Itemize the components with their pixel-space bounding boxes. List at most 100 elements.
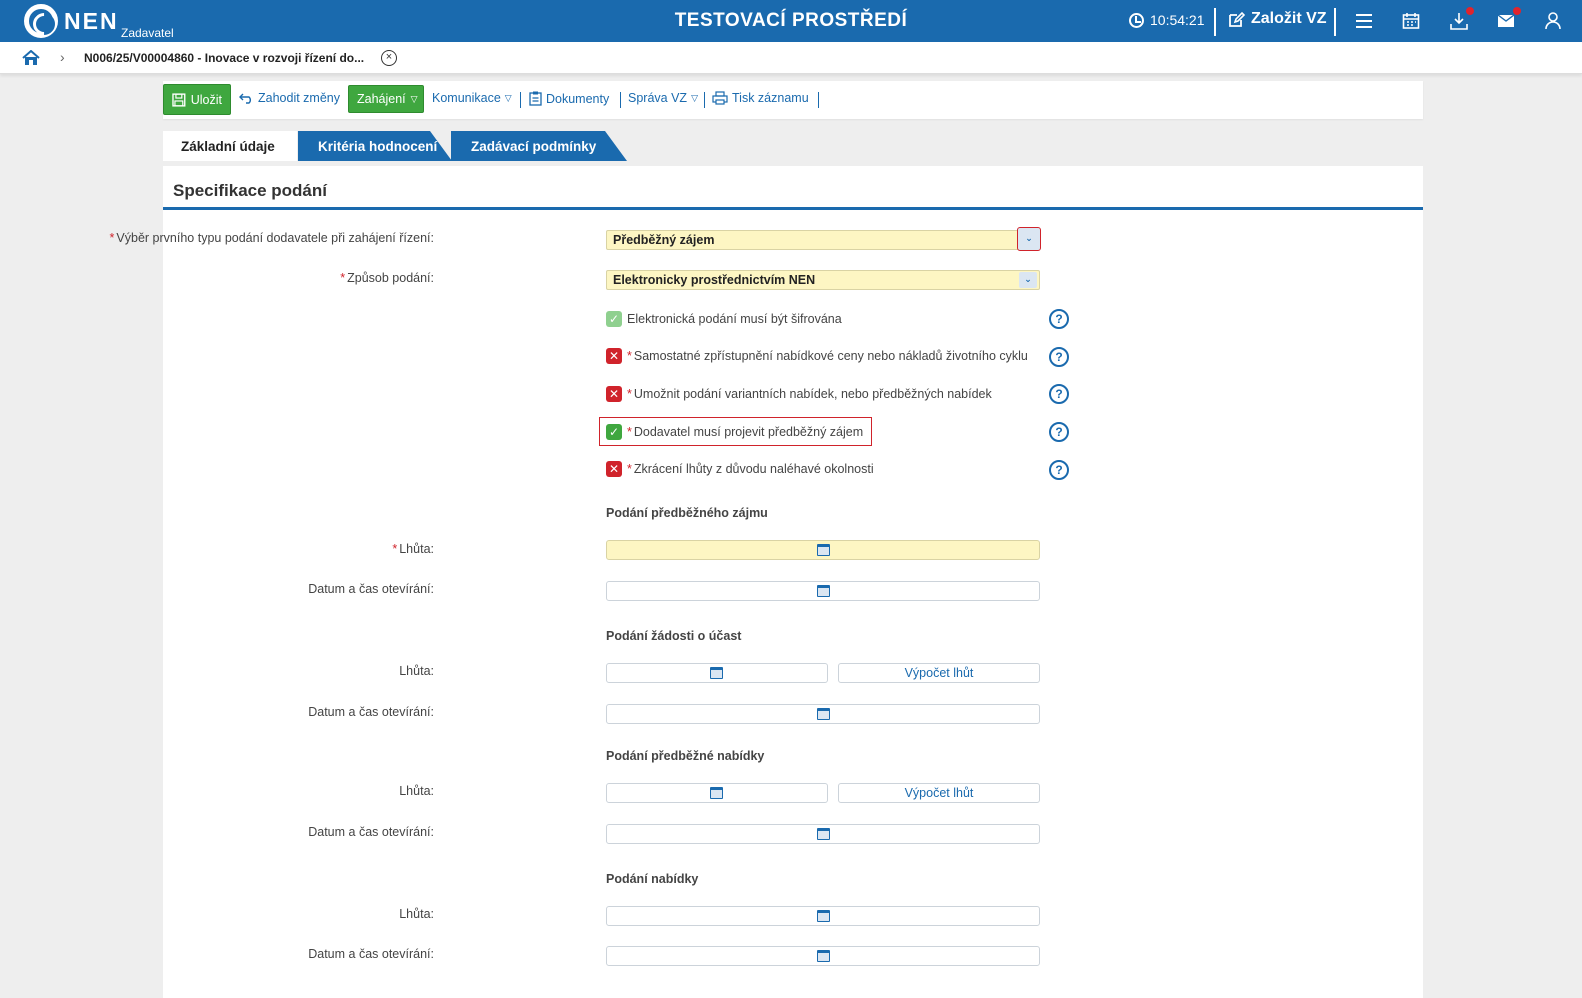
new-vz-button[interactable]: Založit VZ — [1228, 10, 1327, 28]
check-label: Elektronická podání musí být šifrována — [627, 312, 842, 326]
deadline-label: Lhůta: — [399, 664, 434, 678]
calendar-icon[interactable] — [817, 544, 830, 556]
save-button[interactable]: Uložit — [163, 84, 231, 115]
check-label: Dodavatel musí projevit předběžný zájem — [633, 425, 864, 439]
clock-icon — [1129, 12, 1144, 28]
opening-label: Datum a čas otevírání: — [308, 947, 434, 961]
help-icon[interactable]: ? — [1049, 347, 1069, 367]
undo-icon — [239, 93, 251, 104]
check-separate-price: ✕ * Samostatné zpřístupnění nabídkové ce… — [606, 346, 1028, 366]
submission-method-select[interactable]: Elektronicky prostřednictvím NEN ⌄ — [606, 270, 1040, 290]
notification-dot — [1466, 7, 1474, 15]
panel-title: Specifikace podání — [173, 181, 327, 200]
brand-subtitle: Zadavatel — [121, 26, 174, 40]
divider — [620, 92, 621, 108]
cross-icon[interactable]: ✕ — [606, 461, 622, 477]
calendar-icon[interactable] — [817, 585, 830, 597]
calendar-icon[interactable] — [817, 950, 830, 962]
first-submission-type-select[interactable]: Předběžný zájem ⌄ — [606, 227, 1041, 251]
calculate-deadlines-button[interactable]: Výpočet lhůt — [838, 663, 1040, 683]
divider — [520, 92, 521, 108]
user-icon[interactable] — [1542, 10, 1564, 32]
submission-specification-panel: Specifikace podání * Výběr prvního typu p… — [110, 166, 1423, 998]
opening-datetime-input[interactable] — [606, 946, 1040, 966]
top-bar: NEN Zadavatel TESTOVACÍ PROSTŘEDÍ 10:54:… — [0, 0, 1582, 42]
cross-icon[interactable]: ✕ — [606, 386, 622, 402]
close-icon[interactable]: × — [381, 50, 397, 66]
opening-datetime-input[interactable] — [606, 581, 1040, 601]
tab-basic-info[interactable]: Základní údaje — [163, 131, 297, 161]
nen-logo-icon[interactable] — [24, 4, 58, 38]
discard-changes-button[interactable]: Zahodit změny — [238, 91, 340, 105]
calendar-icon[interactable] — [710, 667, 723, 679]
section-heading: Podání žádosti o účast — [606, 629, 742, 643]
calendar-icon[interactable] — [710, 787, 723, 799]
manage-label: Správa VZ — [628, 91, 688, 105]
documents-button[interactable]: Dokumenty — [529, 91, 609, 106]
help-icon[interactable]: ? — [1049, 384, 1069, 404]
mail-icon[interactable] — [1495, 7, 1521, 32]
notification-dot — [1513, 7, 1521, 15]
divider — [1214, 8, 1216, 36]
chevron-down-icon[interactable]: ⌄ — [1019, 272, 1037, 288]
deadline-datetime-input[interactable] — [606, 540, 1040, 560]
submission-method-value: Elektronicky prostřednictvím NEN — [613, 273, 816, 287]
opening-datetime-input[interactable] — [606, 824, 1040, 844]
submission-method-label: * Způsob podání: — [340, 271, 434, 285]
check-icon[interactable]: ✓ — [606, 311, 622, 327]
download-icon[interactable] — [1448, 7, 1474, 32]
menu-icon[interactable] — [1353, 10, 1375, 32]
required-mark: * — [109, 231, 115, 245]
help-icon[interactable]: ? — [1049, 422, 1069, 442]
opening-label: Datum a čas otevírání: — [308, 825, 434, 839]
chevron-down-icon[interactable]: ⌄ — [1017, 227, 1041, 251]
deadline-datetime-input[interactable] — [606, 663, 828, 683]
calendar-icon[interactable] — [817, 708, 830, 720]
check-variant-bids: ✕ * Umožnit podání variantních nabídek, … — [606, 384, 992, 404]
check-label: Samostatné zpřístupnění nabídkové ceny n… — [633, 349, 1028, 363]
triangle-down-icon: ▽ — [691, 92, 698, 103]
calendar-icon[interactable] — [1400, 10, 1422, 32]
discard-label: Zahodit změny — [258, 91, 340, 105]
documents-label: Dokumenty — [546, 91, 610, 106]
home-icon[interactable] — [22, 50, 40, 66]
start-dropdown-button[interactable]: Zahájení ▽ — [348, 85, 424, 113]
deadline-datetime-input[interactable] — [606, 783, 828, 803]
print-record-button[interactable]: Tisk záznamu — [712, 91, 809, 105]
calendar-icon[interactable] — [817, 828, 830, 840]
required-mark: * — [627, 425, 632, 439]
divider — [163, 207, 1423, 210]
deadline-label: Lhůta: — [399, 907, 434, 921]
start-label: Zahájení — [357, 92, 406, 106]
help-icon[interactable]: ? — [1049, 460, 1069, 480]
help-icon[interactable]: ? — [1049, 309, 1069, 329]
tab-evaluation-criteria[interactable]: Kritéria hodnocení — [298, 131, 452, 161]
required-mark: * — [627, 349, 632, 363]
check-icon[interactable]: ✓ — [606, 424, 622, 440]
deadline-datetime-input[interactable] — [606, 906, 1040, 926]
check-label: Zkrácení lhůty z důvodu naléhavé okolnos… — [633, 462, 874, 476]
calendar-icon[interactable] — [817, 910, 830, 922]
opening-datetime-input[interactable] — [606, 704, 1040, 724]
toolbar: Uložit Zahodit změny Zahájení ▽ Komunika… — [163, 81, 1423, 119]
divider — [1334, 8, 1336, 36]
new-vz-label: Založit VZ — [1251, 10, 1327, 27]
section-heading: Podání nabídky — [606, 872, 699, 886]
tab-procurement-conditions[interactable]: Zadávací podmínky — [451, 131, 627, 161]
communication-menu[interactable]: Komunikace ▽ — [432, 91, 512, 105]
breadcrumb-item[interactable]: N006/25/V00004860 - Inovace v rozvoji ří… — [84, 51, 364, 65]
printer-icon — [712, 91, 728, 105]
manage-vz-menu[interactable]: Správa VZ ▽ — [628, 91, 698, 105]
triangle-down-icon: ▽ — [410, 93, 418, 104]
calculate-deadlines-button[interactable]: Výpočet lhůt — [838, 783, 1040, 803]
cross-icon[interactable]: ✕ — [606, 348, 622, 364]
divider — [818, 92, 819, 108]
deadline-label: Lhůta: — [399, 784, 434, 798]
section-heading: Podání předběžné nabídky — [606, 749, 765, 763]
section-heading: Podání předběžného zájmu — [606, 506, 768, 520]
opening-label: Datum a čas otevírání: — [308, 582, 434, 596]
check-encryption: ✓ Elektronická podání musí být šifrována — [606, 309, 842, 329]
clipboard-icon — [529, 91, 542, 106]
divider — [704, 92, 705, 108]
clock-time: 10:54:21 — [1150, 12, 1205, 28]
